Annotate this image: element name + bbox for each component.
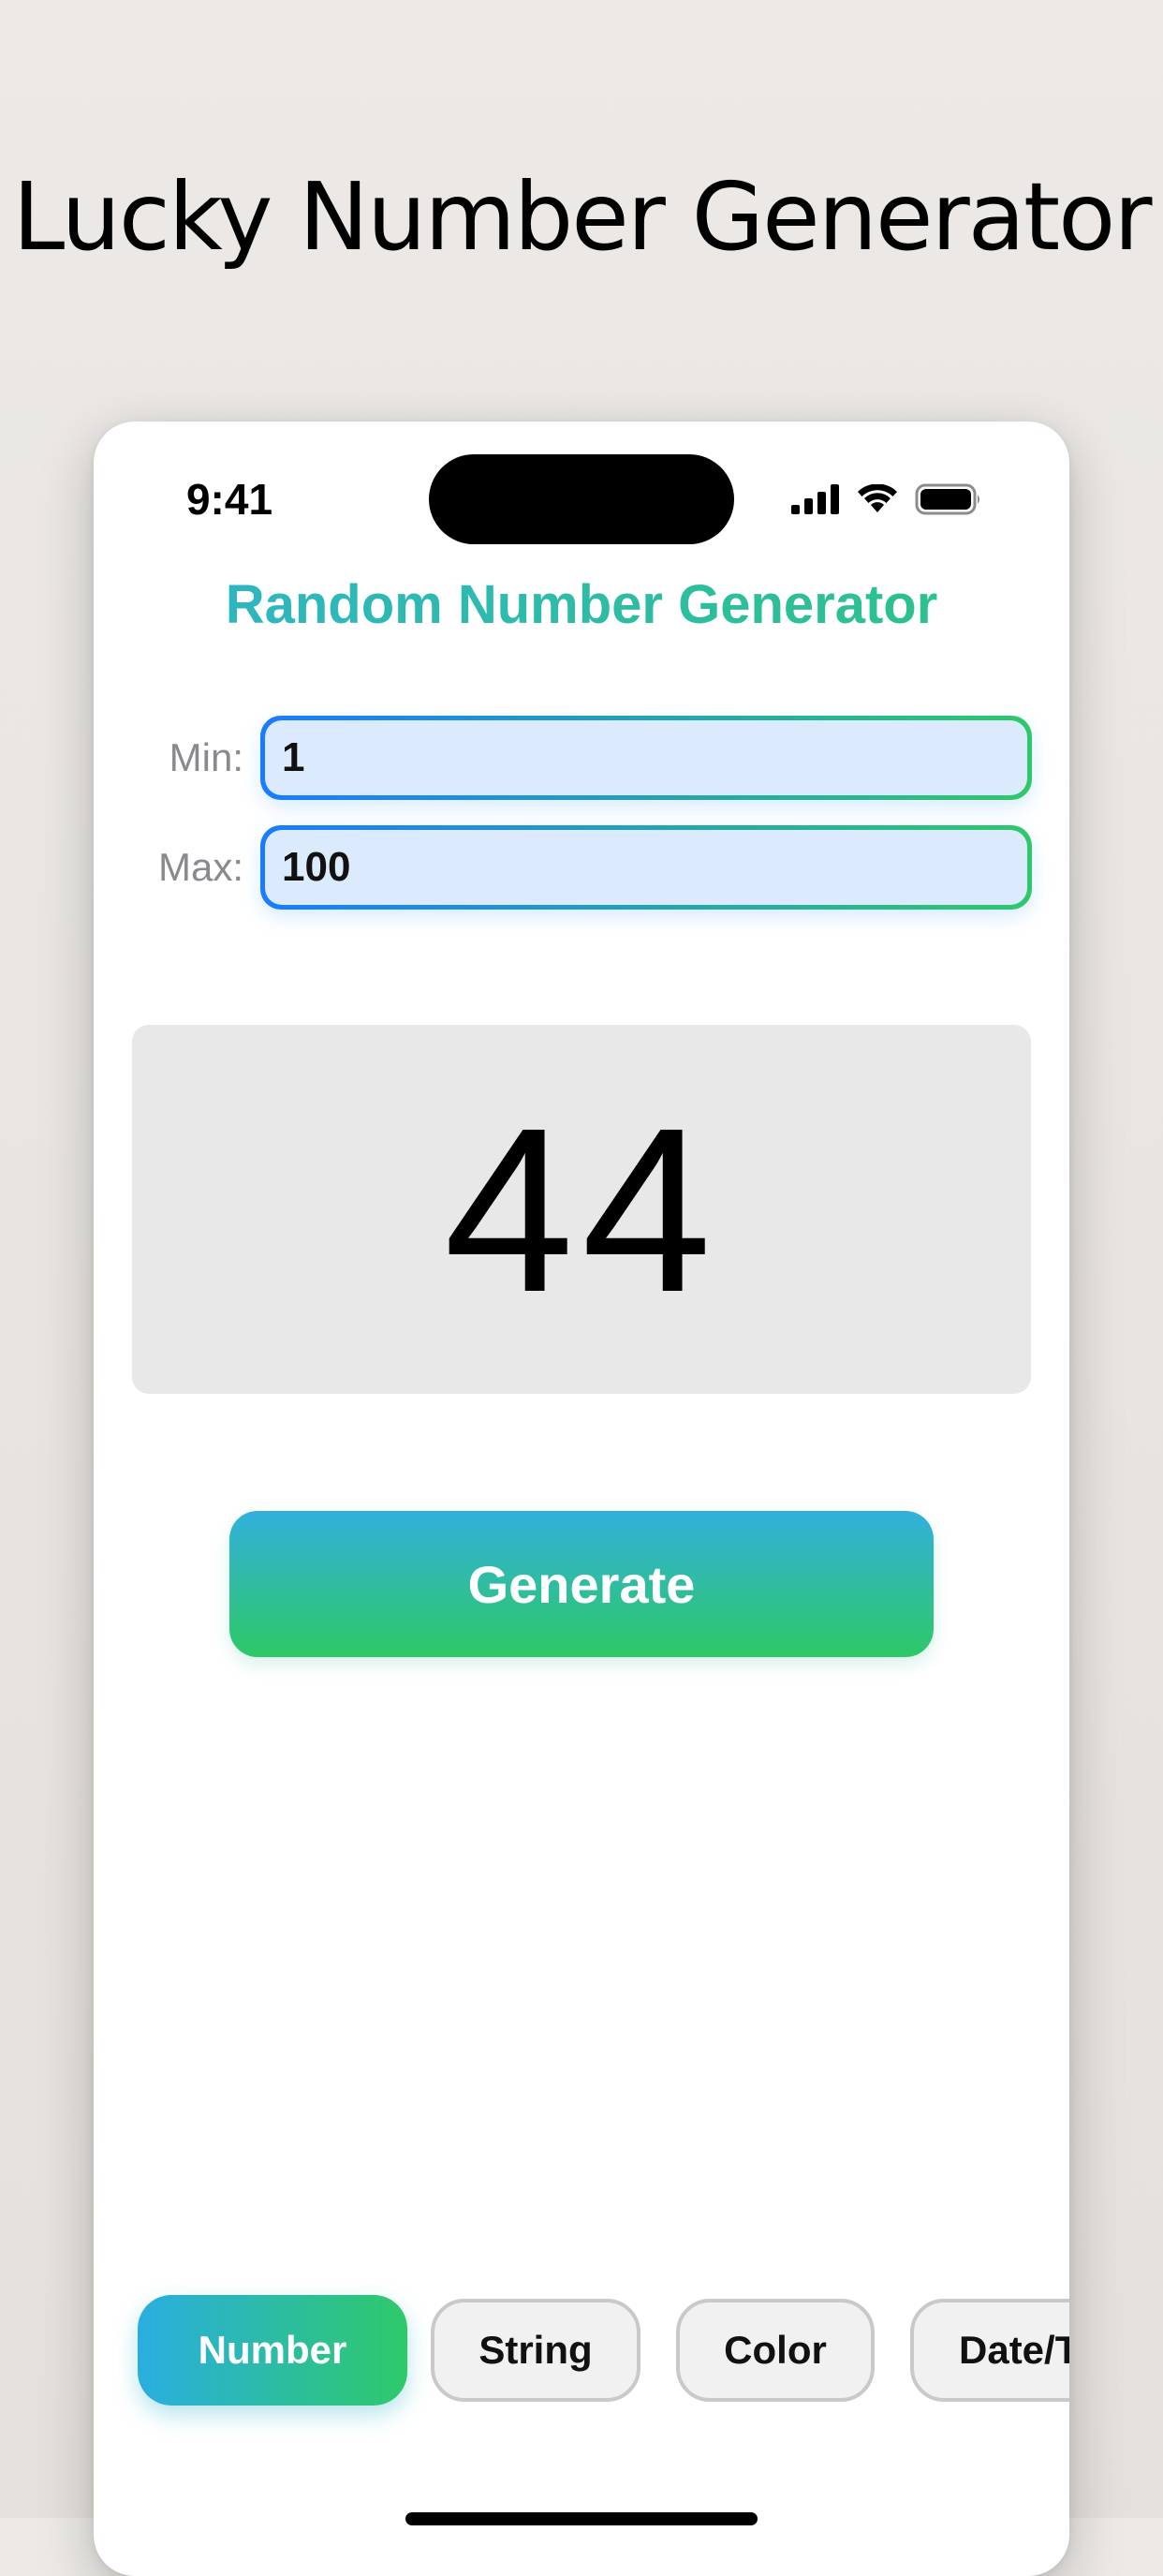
max-input[interactable]: 100	[265, 830, 1027, 905]
min-label: Min:	[169, 735, 243, 779]
generate-button[interactable]: Generate	[229, 1511, 934, 1657]
status-icons	[791, 483, 982, 515]
status-time: 9:41	[185, 475, 273, 524]
min-field[interactable]: 1	[260, 716, 1032, 800]
wifi-icon	[858, 484, 897, 512]
tab-string[interactable]: String	[431, 2299, 640, 2402]
result-display: 44	[132, 1025, 1031, 1394]
dynamic-island	[429, 454, 734, 544]
tab-color[interactable]: Color	[676, 2299, 875, 2402]
generator-type-tabs: Number String Color Date/T	[94, 2295, 1069, 2421]
home-indicator	[405, 2512, 758, 2525]
max-label: Max:	[157, 845, 243, 889]
tab-date-time[interactable]: Date/T	[910, 2299, 1069, 2402]
app-title: Random Number Generator	[94, 573, 1069, 636]
cellular-signal-icon	[791, 484, 839, 514]
result-value: 44	[443, 1078, 720, 1340]
battery-icon	[915, 483, 979, 515]
min-input[interactable]: 1	[265, 720, 1027, 795]
max-field[interactable]: 100	[260, 825, 1032, 910]
marketing-headline: Lucky Number Generator	[12, 162, 1153, 272]
phone-screen: 9:41 Random Number Generator Min: 1 Max:…	[94, 422, 1069, 2576]
tab-number[interactable]: Number	[138, 2295, 407, 2406]
